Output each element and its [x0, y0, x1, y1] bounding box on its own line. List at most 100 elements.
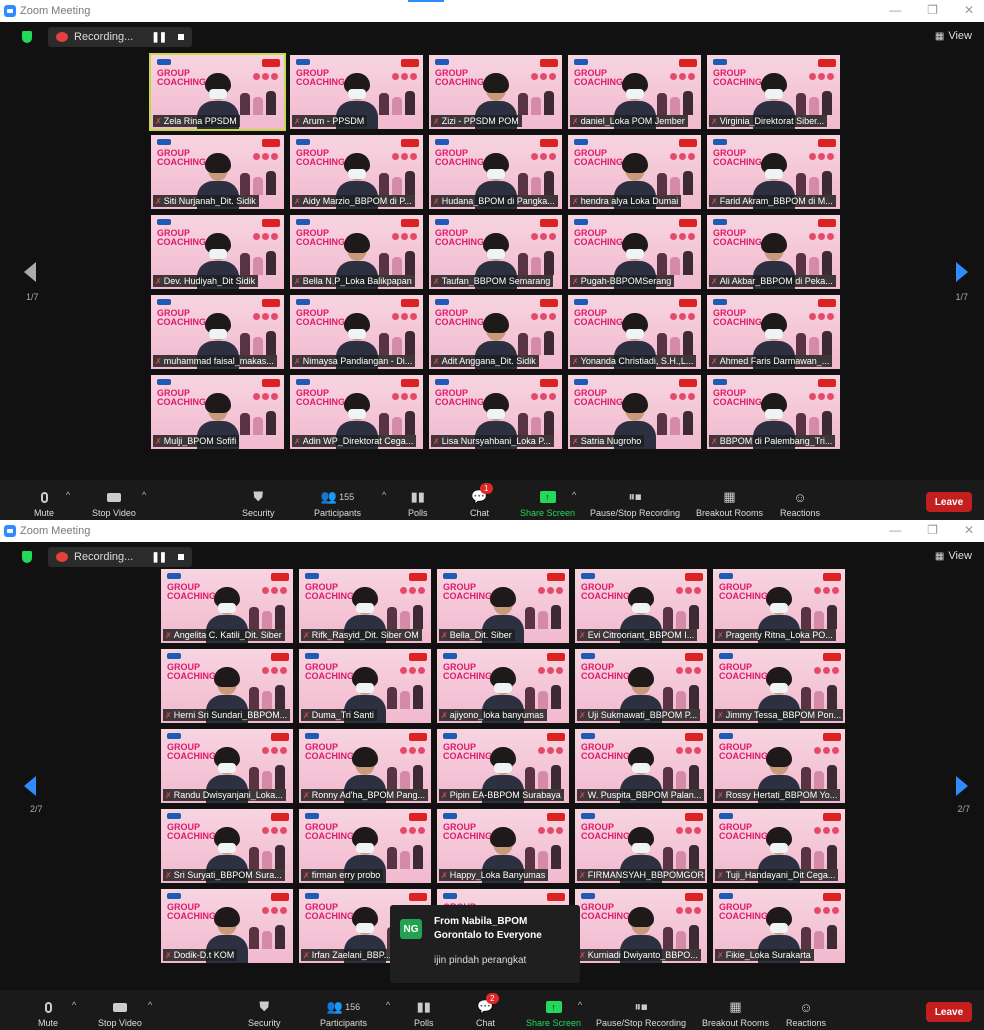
minimize-icon[interactable]: — — [889, 523, 901, 537]
participants-label: Participants — [314, 508, 362, 518]
participant-tile[interactable]: GROUP COACHING ✗ Nimaysa Pandiangan - Di... — [289, 294, 424, 370]
security-shield-icon[interactable] — [22, 31, 32, 43]
participant-tile[interactable]: GROUP COACHING ✗ Virginia_Direktorat Siber.… — [706, 54, 841, 130]
participant-tile[interactable]: GROUP COACHING ✗ Evi Citrooriant_BBPOM I... — [574, 568, 708, 644]
participant-tile[interactable]: GROUP COACHING ✗ Bella N.P_Loka Balikpapan — [289, 214, 424, 290]
participant-name: Hudana_BPOM di Pangka... — [441, 196, 555, 206]
participant-tile[interactable]: GROUP COACHING ✗ Herni Sri Sundari_BBPOM... — [160, 648, 294, 724]
participants-button[interactable]: 👥 155 Participants — [314, 489, 361, 518]
view-button[interactable]: ▦ View — [935, 550, 972, 562]
minimize-icon[interactable]: — — [889, 3, 901, 17]
participant-tile[interactable]: GROUP COACHING ✗ Ali Akbar_BBPOM di Peka... — [706, 214, 841, 290]
pause-stop-recording-button[interactable]: ⏸⏹ Pause/Stop Recording — [590, 489, 680, 518]
participant-tile[interactable]: GROUP COACHING ✗ Rifk_Rasyid_Dit. Siber OM — [298, 568, 432, 644]
participant-tile[interactable]: GROUP COACHING ✗ Farid Akram_BBPOM di M... — [706, 134, 841, 210]
participant-tile[interactable]: GROUP COACHING ✗ daniel_Loka POM Jember — [567, 54, 702, 130]
previous-page-arrow[interactable] — [24, 776, 36, 796]
share-screen-button[interactable]: ↑ Share Screen — [526, 999, 581, 1028]
participant-tile[interactable]: GROUP COACHING ✗ Aidy Marzio_BBPOM di P... — [289, 134, 424, 210]
video-options-caret-icon[interactable]: ^ — [148, 1000, 152, 1010]
participant-tile[interactable]: GROUP COACHING ✗ Happy_Loka Banyumas — [436, 808, 570, 884]
participant-tile[interactable]: GROUP COACHING ✗ firman erry probo — [298, 808, 432, 884]
video-options-caret-icon[interactable]: ^ — [142, 490, 146, 500]
chat-button[interactable]: 💬 1 Chat — [470, 483, 493, 518]
participant-tile[interactable]: GROUP COACHING ✗ muhammad faisal_makas... — [150, 294, 285, 370]
stop-video-button[interactable]: Stop Video — [98, 999, 142, 1028]
participant-tile[interactable]: GROUP COACHING ✗ Ronny Ad'ha_BPOM Pang... — [298, 728, 432, 804]
next-page-arrow[interactable] — [956, 262, 968, 282]
audio-options-caret-icon[interactable]: ^ — [72, 1000, 76, 1010]
breakout-rooms-button[interactable]: ▦ Breakout Rooms — [702, 999, 769, 1028]
participant-tile[interactable]: GROUP COACHING ✗ Fikie_Loka Surakarta — [712, 888, 846, 964]
participant-tile[interactable]: GROUP COACHING ✗ Jimmy Tessa_BBPOM Pon... — [712, 648, 846, 724]
participant-tile[interactable]: GROUP COACHING ✗ Dodik-D.t KOM — [160, 888, 294, 964]
reactions-button[interactable]: ☺ Reactions — [780, 489, 820, 519]
share-screen-button[interactable]: ↑ Share Screen — [520, 489, 575, 518]
background-logo — [581, 893, 595, 899]
participant-tile[interactable]: GROUP COACHING ✗ Ahmed Faris Darmawan_... — [706, 294, 841, 370]
stop-recording-icon[interactable] — [178, 554, 185, 560]
participant-tile[interactable]: GROUP COACHING ✗ Pugah-BBPOMSerang — [567, 214, 702, 290]
pause-recording-icon[interactable]: ❚❚ — [151, 32, 167, 43]
stop-recording-icon[interactable] — [178, 34, 185, 40]
stop-video-button[interactable]: Stop Video — [92, 489, 136, 518]
participant-tile[interactable]: GROUP COACHING ✗ Kurniadi Dwiyanto_BBPO... — [574, 888, 708, 964]
participant-tile[interactable]: GROUP COACHING ✗ Tuji_Handayani_Dit Cega... — [712, 808, 846, 884]
participant-tile[interactable]: GROUP COACHING ✗ Hudana_BPOM di Pangka... — [428, 134, 563, 210]
share-options-caret-icon[interactable]: ^ — [572, 490, 576, 500]
participant-tile[interactable]: GROUP COACHING ✗ Zela Rina PPSDM — [149, 53, 286, 131]
reactions-button[interactable]: ☺ Reactions — [786, 999, 826, 1029]
chat-button[interactable]: 💬 2 Chat — [476, 993, 499, 1028]
share-options-caret-icon[interactable]: ^ — [578, 1000, 582, 1010]
participant-tile[interactable]: GROUP COACHING ✗ Uji Sukmawati_BBPOM P... — [574, 648, 708, 724]
participant-tile[interactable]: GROUP COACHING ✗ Yonanda Christiadi, S.H.,L… — [567, 294, 702, 370]
restore-icon[interactable]: ❐ — [927, 523, 938, 537]
participant-tile[interactable]: GROUP COACHING ✗ Siti Nurjanah_Dit. Sidik — [150, 134, 285, 210]
participant-tile[interactable]: GROUP COACHING ✗ Pipin EA-BBPOM Surabaya — [436, 728, 570, 804]
security-button[interactable]: ⛊ Security — [242, 489, 275, 518]
close-icon[interactable]: ✕ — [964, 3, 974, 17]
participant-tile[interactable]: GROUP COACHING ✗ Zizi - PPSDM POM — [428, 54, 563, 130]
breakout-rooms-button[interactable]: ▦ Breakout Rooms — [696, 489, 763, 518]
pause-stop-recording-button[interactable]: ⏸⏹ Pause/Stop Recording — [596, 999, 686, 1028]
restore-icon[interactable]: ❐ — [927, 3, 938, 17]
participant-tile[interactable]: GROUP COACHING ✗ Mulji_BPOM Sofifi — [150, 374, 285, 450]
polls-button[interactable]: ▮▮ Polls — [414, 999, 434, 1028]
participant-tile[interactable]: GROUP COACHING ✗ Taufan_BBPOM Semarang — [428, 214, 563, 290]
participants-options-caret-icon[interactable]: ^ — [382, 490, 386, 500]
mute-button[interactable]: Mute — [38, 999, 58, 1028]
chat-notification-popup[interactable]: NG From Nabila_BPOM Gorontalo to Everyon… — [390, 905, 580, 983]
participant-tile[interactable]: GROUP COACHING ✗ ajiyono_loka banyumas — [436, 648, 570, 724]
participants-button[interactable]: 👥 156 Participants — [320, 999, 367, 1028]
participant-tile[interactable]: GROUP COACHING ✗ Arum - PPSDM — [289, 54, 424, 130]
participant-tile[interactable]: GROUP COACHING ✗ W. Puspita_BBPOM Palan... — [574, 728, 708, 804]
participant-tile[interactable]: GROUP COACHING ✗ Randu Dwisyanjani_Loka... — [160, 728, 294, 804]
previous-page-arrow[interactable] — [24, 262, 36, 282]
security-button[interactable]: ⛊ Security — [248, 999, 281, 1028]
participant-tile[interactable]: GROUP COACHING ✗ Adit Anggana_Dit. Sidik — [428, 294, 563, 370]
participant-tile[interactable]: GROUP COACHING ✗ hendra alya Loka Dumai — [567, 134, 702, 210]
participant-tile[interactable]: GROUP COACHING ✗ BBPOM di Palembang_Tri... — [706, 374, 841, 450]
participant-tile[interactable]: GROUP COACHING ✗ Bella_Dit. Siber — [436, 568, 570, 644]
participant-tile[interactable]: GROUP COACHING ✗ Lisa Nursyahbani_Loka P... — [428, 374, 563, 450]
participant-tile[interactable]: GROUP COACHING ✗ Pragenty Ritna_Loka PO... — [712, 568, 846, 644]
participants-options-caret-icon[interactable]: ^ — [386, 1000, 390, 1010]
next-page-arrow[interactable] — [956, 776, 968, 796]
close-icon[interactable]: ✕ — [964, 523, 974, 537]
participant-tile[interactable]: GROUP COACHING ✗ Dev. Hudiyah_Dit Sidik — [150, 214, 285, 290]
participant-tile[interactable]: GROUP COACHING ✗ FIRMANSYAH_BBPOMGOR... — [574, 808, 708, 884]
participant-tile[interactable]: GROUP COACHING ✗ Satria Nugroho — [567, 374, 702, 450]
participant-tile[interactable]: GROUP COACHING ✗ Sri Suryati_BBPOM Sura... — [160, 808, 294, 884]
participant-tile[interactable]: GROUP COACHING ✗ Duma_Tri Santi — [298, 648, 432, 724]
view-button[interactable]: ▦ View — [935, 30, 972, 42]
leave-button[interactable]: Leave — [926, 1002, 972, 1022]
participant-tile[interactable]: GROUP COACHING ✗ Adin WP_Direktorat Cega... — [289, 374, 424, 450]
participant-tile[interactable]: GROUP COACHING ✗ Rossy Hertati_BBPOM Yo... — [712, 728, 846, 804]
security-shield-icon[interactable] — [22, 551, 32, 563]
audio-options-caret-icon[interactable]: ^ — [66, 490, 70, 500]
participant-tile[interactable]: GROUP COACHING ✗ Angelita C. Katili_Dit. Si… — [160, 568, 294, 644]
leave-button[interactable]: Leave — [926, 492, 972, 512]
mute-button[interactable]: Mute — [34, 489, 54, 518]
pause-recording-icon[interactable]: ❚❚ — [151, 552, 167, 563]
polls-button[interactable]: ▮▮ Polls — [408, 489, 428, 518]
